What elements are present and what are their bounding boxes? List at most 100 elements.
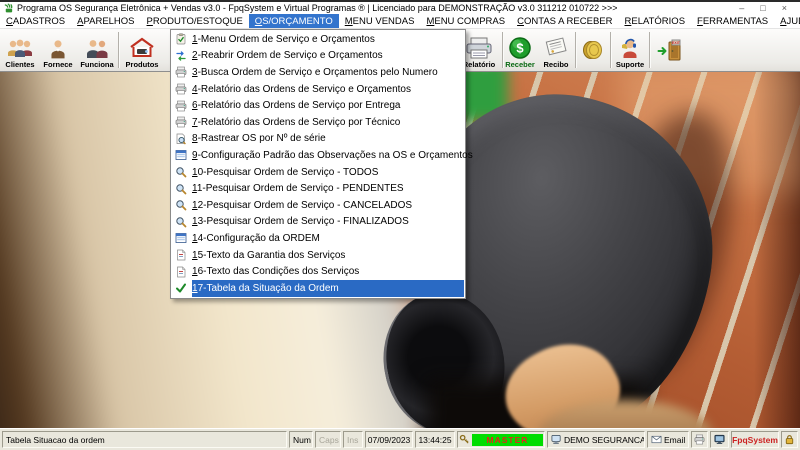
status-message-text: Tabela Situacao da ordem <box>6 435 105 445</box>
support-agent-icon <box>618 36 642 60</box>
status-bar: Tabela Situacao da ordem Num Caps Ins 07… <box>0 428 800 450</box>
printer-icon <box>175 66 187 78</box>
numlock-indicator: Num <box>289 431 313 448</box>
menu-bar: CADASTROS APARELHOS PRODUTO/ESTOQUE OS/O… <box>0 14 800 29</box>
menu-contas-a-receber[interactable]: CONTAS A RECEBER <box>511 14 618 28</box>
products-house-camera-icon <box>127 36 157 60</box>
magnifier-icon <box>175 183 187 195</box>
status-lock-button[interactable] <box>781 431 798 448</box>
dropdown-item-label: 3-Busca Ordem de Serviço e Orçamentos pe… <box>192 67 438 78</box>
tasklist-icon <box>175 33 187 45</box>
dropdown-item-label: 6-Relatório das Ordens de Serviço por En… <box>192 100 400 111</box>
green-check-icon <box>175 282 187 294</box>
page-text-icon <box>175 266 187 278</box>
monitor-icon <box>714 434 725 445</box>
window-config-icon <box>175 232 187 244</box>
fornecedores-label: Fornece <box>43 61 72 69</box>
status-date: 07/09/2023 <box>365 431 413 448</box>
dropdown-item-label: 14-Configuração da ORDEM <box>192 233 320 244</box>
status-message: Tabela Situacao da ordem <box>2 431 287 448</box>
status-email-button[interactable]: Email <box>647 431 689 448</box>
insert-indicator: Ins <box>343 431 363 448</box>
produtos-label: Produtos <box>126 61 159 69</box>
dropdown-item-label: 8-Rastrear OS por Nº de série <box>192 133 326 144</box>
suporte-button[interactable]: Suporte <box>611 29 649 71</box>
app-logo-icon <box>3 3 14 14</box>
os-orcamento-dropdown: 1-Menu Ordem de Serviço e Orçamentos 2-R… <box>170 29 466 299</box>
receber-button[interactable]: Receber <box>503 29 537 71</box>
produtos-button[interactable]: Produtos <box>119 29 165 71</box>
clients-group-icon <box>5 38 35 60</box>
menu-os-orcamento[interactable]: OS/ORÇAMENTO <box>249 14 339 28</box>
dropdown-item-busca-pelo-numero[interactable]: 3-Busca Ordem de Serviço e Orçamentos pe… <box>172 64 464 81</box>
dropdown-item-relatorio-tecnico[interactable]: 7-Relatório das Ordens de Serviço por Té… <box>172 114 464 131</box>
status-printer-button[interactable] <box>691 431 708 448</box>
coin-icon <box>581 38 605 62</box>
status-user-master: MASTER <box>457 431 545 448</box>
dropdown-item-relatorio-entrega[interactable]: 6-Relatório das Ordens de Serviço por En… <box>172 97 464 114</box>
computer-icon <box>551 434 562 445</box>
report-printer-icon <box>464 36 494 60</box>
dropdown-item-label: 1-Menu Ordem de Serviço e Orçamentos <box>192 34 375 45</box>
dropdown-item-rastrear-os[interactable]: 8-Rastrear OS por Nº de série <box>172 131 464 148</box>
status-company: DEMO SEGURANCA 3.0 <box>547 431 645 448</box>
funcionarios-button[interactable]: Funciona <box>76 29 118 71</box>
close-button[interactable]: × <box>782 4 787 13</box>
dropdown-item-reabrir-ordem[interactable]: 2-Reabrir Ordem de Serviço e Orçamentos <box>172 48 464 65</box>
dropdown-item-menu-ordem[interactable]: 1-Menu Ordem de Serviço e Orçamentos <box>172 31 464 48</box>
menu-aparelhos[interactable]: APARELHOS <box>71 14 140 28</box>
search-document-icon <box>175 133 187 145</box>
menu-relatorios[interactable]: RELATÓRIOS <box>618 14 691 28</box>
dropdown-item-label: 2-Reabrir Ordem de Serviço e Orçamentos <box>192 50 383 61</box>
dropdown-item-relatorio-ordens[interactable]: 4-Relatório das Ordens de Serviço e Orça… <box>172 81 464 98</box>
master-badge: MASTER <box>472 434 543 446</box>
swap-arrows-icon <box>175 50 187 62</box>
dropdown-item-pesquisar-cancelados[interactable]: 12-Pesquisar Ordem de Serviço - CANCELAD… <box>172 197 464 214</box>
menu-produto-estoque[interactable]: PRODUTO/ESTOQUE <box>141 14 249 28</box>
minimize-button[interactable]: – <box>739 4 744 13</box>
dropdown-item-texto-condicoes[interactable]: 16-Texto das Condições dos Serviços <box>172 263 464 280</box>
menu-ferramentas[interactable]: FERRAMENTAS <box>691 14 774 28</box>
title-bar: Programa OS Segurança Eletrônica + Venda… <box>0 0 800 14</box>
key-icon <box>459 434 470 445</box>
menu-menu-vendas[interactable]: MENU VENDAS <box>339 14 421 28</box>
receive-dollar-icon <box>508 36 532 60</box>
recibo-label: Recibo <box>543 61 568 69</box>
dropdown-item-label: 16-Texto das Condições dos Serviços <box>192 266 359 277</box>
magnifier-icon <box>175 216 187 228</box>
dropdown-item-label: 10-Pesquisar Ordem de Serviço - TODOS <box>192 167 378 178</box>
dropdown-item-label: 13-Pesquisar Ordem de Serviço - FINALIZA… <box>192 216 409 227</box>
capslock-indicator: Caps <box>315 431 341 448</box>
dropdown-item-pesquisar-finalizados[interactable]: 13-Pesquisar Ordem de Serviço - FINALIZA… <box>172 214 464 231</box>
dropdown-item-pesquisar-pendentes[interactable]: 11-Pesquisar Ordem de Serviço - PENDENTE… <box>172 180 464 197</box>
relatorio-label: Relatório <box>463 61 496 69</box>
dropdown-item-config-observacoes[interactable]: 9-Configuração Padrão das Observações na… <box>172 147 464 164</box>
employees-pair-icon <box>82 38 112 60</box>
clientes-label: Clientes <box>5 61 34 69</box>
coin-button[interactable] <box>576 29 610 71</box>
receber-label: Receber <box>505 61 535 69</box>
dropdown-item-texto-garantia[interactable]: 15-Texto da Garantia dos Serviços <box>172 247 464 264</box>
magnifier-icon <box>175 199 187 211</box>
receipt-icon <box>541 36 571 60</box>
exit-button[interactable] <box>650 29 690 71</box>
recibo-button[interactable]: Recibo <box>537 29 575 71</box>
menu-menu-compras[interactable]: MENU COMPRAS <box>420 14 511 28</box>
magnifier-icon <box>175 166 187 178</box>
dropdown-item-label: 4-Relatório das Ordens de Serviço e Orça… <box>192 84 411 95</box>
dropdown-item-configuracao-ordem[interactable]: 14-Configuração da ORDEM <box>172 230 464 247</box>
page-text-icon <box>175 249 187 261</box>
menu-cadastros[interactable]: CADASTROS <box>0 14 71 28</box>
dropdown-item-label: 15-Texto da Garantia dos Serviços <box>192 250 345 261</box>
clientes-button[interactable]: Clientes <box>0 29 40 71</box>
dropdown-item-pesquisar-todos[interactable]: 10-Pesquisar Ordem de Serviço - TODOS <box>172 164 464 181</box>
dropdown-item-label: 12-Pesquisar Ordem de Serviço - CANCELAD… <box>192 200 412 211</box>
status-time: 13:44:25 <box>415 431 455 448</box>
fornecedores-button[interactable]: Fornece <box>40 29 76 71</box>
status-monitor-button[interactable] <box>710 431 729 448</box>
menu-ajuda[interactable]: AJUDA <box>774 14 800 28</box>
maximize-button[interactable]: □ <box>760 4 765 13</box>
dropdown-item-label: 9-Configuração Padrão das Observações na… <box>192 150 473 161</box>
dropdown-item-tabela-situacao[interactable]: 17-Tabela da Situação da Ordem <box>172 280 464 297</box>
status-brand: FpqSystem <box>731 431 779 448</box>
